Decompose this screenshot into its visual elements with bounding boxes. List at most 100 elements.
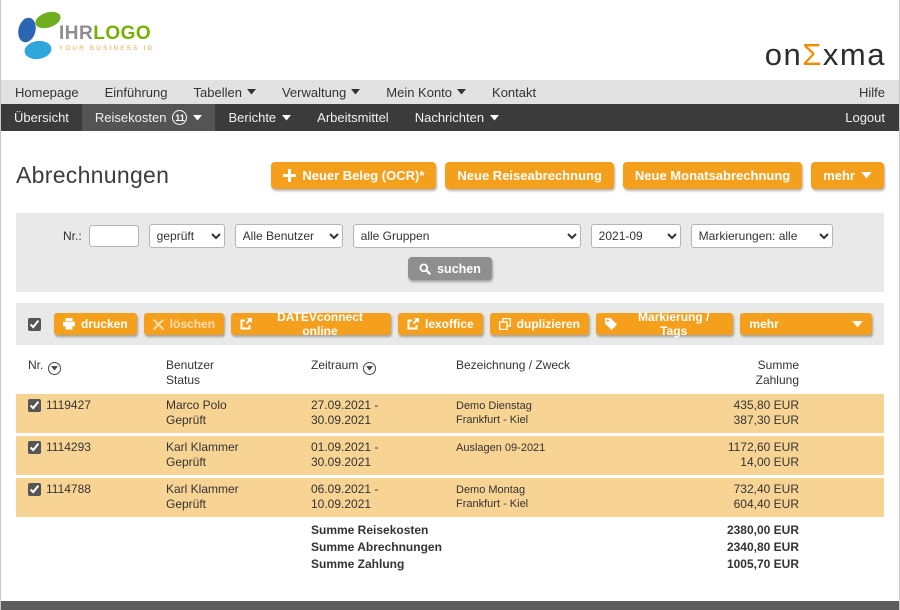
search-row: suchen	[16, 257, 884, 280]
delete-button[interactable]: löschen	[144, 313, 224, 335]
summary-value: 2380,00 EUR	[649, 522, 799, 539]
primary-actions: Neuer Beleg (OCR)* Neue Reiseabrechnung …	[271, 162, 884, 189]
row-checkbox[interactable]	[28, 483, 41, 496]
company-logo: IHRLOGO YOUR BUSINESS ID	[15, 9, 154, 61]
logo-tagline: YOUR BUSINESS ID	[59, 46, 154, 52]
printer-icon	[63, 318, 75, 330]
footer-bar	[1, 601, 899, 610]
search-button[interactable]: suchen	[408, 257, 492, 280]
tag-icon	[605, 318, 617, 330]
nav-uebersicht[interactable]: Übersicht	[1, 104, 82, 131]
cell-description: Demo MontagFrankfurt - Kiel	[456, 482, 649, 511]
reisekosten-count-badge: 11	[172, 110, 187, 125]
chevron-down-icon	[490, 115, 499, 121]
nr-label: Nr.:	[63, 229, 82, 243]
tags-button[interactable]: Markierung / Tags	[596, 313, 733, 335]
groups-select[interactable]: alle Gruppen	[353, 224, 581, 248]
chevron-down-icon	[351, 89, 360, 95]
export-icon	[240, 318, 252, 330]
export-icon	[407, 318, 419, 330]
nav-hilfe[interactable]: Hilfe	[859, 85, 885, 100]
summary-line: Summe Abrechnungen 2340,80 EUR	[16, 539, 884, 556]
lexoffice-button[interactable]: lexoffice	[398, 313, 483, 335]
app-window: IHRLOGO YOUR BUSINESS ID onΣxma Homepage…	[0, 0, 900, 610]
header-benutzer-status: Benutzer Status	[166, 358, 311, 388]
cell-user-status: Karl KlammerGeprüft	[166, 440, 311, 470]
month-select[interactable]: 2021-09	[591, 224, 681, 248]
sort-icon[interactable]	[48, 362, 61, 375]
chevron-down-icon	[861, 172, 872, 179]
new-monthly-report-button[interactable]: Neue Monatsabrechnung	[623, 162, 802, 189]
header-zeitraum: Zeitraum	[311, 358, 456, 388]
summary-value: 1005,70 EUR	[649, 556, 799, 573]
table-row: 1114293 Karl KlammerGeprüft 01.09.2021 -…	[16, 436, 884, 475]
duplicate-button[interactable]: duplizieren	[490, 313, 589, 335]
cell-user-status: Karl KlammerGeprüft	[166, 482, 311, 512]
page-title: Abrechnungen	[16, 162, 169, 189]
tags-filter-select[interactable]: Markierungen: alle	[691, 224, 833, 248]
nr-input[interactable]	[89, 225, 139, 247]
nav-verwaltung[interactable]: Verwaltung	[282, 85, 360, 100]
logo-text: IHRLOGO YOUR BUSINESS ID	[59, 24, 154, 52]
cell-nr: 1119427	[46, 398, 166, 413]
table-header: Nr. Benutzer Status Zeitraum Bezeichnung…	[16, 358, 884, 388]
nav-nachrichten[interactable]: Nachrichten	[402, 104, 512, 131]
header-summe-zahlung: Summe Zahlung	[649, 358, 799, 388]
nav-berichte[interactable]: Berichte	[215, 104, 304, 131]
filter-row: Nr.: geprüft Alle Benutzer alle Gruppen …	[16, 224, 884, 248]
summary-line: Summe Reisekosten 2380,00 EUR	[16, 522, 884, 539]
new-receipt-button[interactable]: Neuer Beleg (OCR)*	[271, 162, 436, 189]
main-content: Abrechnungen Neuer Beleg (OCR)* Neue Rei…	[1, 162, 899, 573]
cell-nr: 1114293	[46, 440, 166, 455]
nav-kontakt[interactable]: Kontakt	[492, 85, 536, 100]
sort-icon[interactable]	[363, 362, 376, 375]
new-travel-report-button[interactable]: Neue Reiseabrechnung	[445, 162, 614, 189]
cell-sum-payment: 1172,60 EUR14,00 EUR	[649, 440, 799, 470]
select-all-checkbox[interactable]	[28, 318, 41, 331]
users-select[interactable]: Alle Benutzer	[235, 224, 343, 248]
nav-arbeitsmittel[interactable]: Arbeitsmittel	[304, 104, 402, 131]
copy-icon	[499, 318, 511, 330]
nav-einfuehrung[interactable]: Einführung	[105, 85, 168, 100]
nav-reisekosten[interactable]: Reisekosten 11	[82, 104, 216, 131]
datevconnect-button[interactable]: DATEVconnect online	[231, 313, 391, 335]
primary-nav: Homepage Einführung Tabellen Verwaltung …	[1, 80, 899, 104]
logo-text-ihr: IHR	[59, 23, 93, 44]
filter-panel: Nr.: geprüft Alle Benutzer alle Gruppen …	[16, 213, 884, 292]
onexma-pre: on	[765, 37, 802, 72]
secondary-nav: Übersicht Reisekosten 11 Berichte Arbeit…	[1, 104, 899, 131]
cell-description: Demo DienstagFrankfurt - Kiel	[456, 398, 649, 427]
print-button[interactable]: drucken	[54, 313, 137, 335]
cell-nr: 1114788	[46, 482, 166, 497]
onexma-logo: onΣxma	[765, 37, 886, 73]
bulk-more-button[interactable]: mehr	[740, 313, 872, 335]
cell-period: 06.09.2021 -10.09.2021	[311, 482, 456, 512]
more-button[interactable]: mehr	[811, 162, 884, 189]
row-checkbox[interactable]	[28, 441, 41, 454]
status-select[interactable]: geprüft	[149, 224, 225, 248]
nav-homepage[interactable]: Homepage	[15, 85, 79, 100]
table-row: 1119427 Marco PoloGeprüft 27.09.2021 -30…	[16, 394, 884, 433]
bulk-action-bar: drucken löschen DATEVconnect online lexo…	[16, 303, 884, 345]
summary-label: Summe Abrechnungen	[311, 539, 649, 556]
cell-description: Auslagen 09-2021	[456, 440, 649, 455]
chevron-down-icon	[247, 89, 256, 95]
chevron-down-icon	[457, 89, 466, 95]
header-bezeichnung: Bezeichnung / Zweck	[456, 358, 649, 388]
search-icon	[419, 263, 431, 275]
cell-period: 27.09.2021 -30.09.2021	[311, 398, 456, 428]
nav-mein-konto[interactable]: Mein Konto	[386, 85, 466, 100]
onexma-post: xma	[823, 37, 886, 72]
table-summary: Summe Reisekosten 2380,00 EUR Summe Abre…	[16, 522, 884, 573]
chevron-down-icon	[852, 321, 863, 328]
row-checkbox[interactable]	[28, 399, 41, 412]
table-row: 1114788 Karl KlammerGeprüft 06.09.2021 -…	[16, 478, 884, 517]
sigma-icon: Σ	[802, 37, 823, 72]
nav-tabellen[interactable]: Tabellen	[194, 85, 256, 100]
nav-logout[interactable]: Logout	[832, 104, 899, 131]
x-icon	[153, 319, 164, 330]
header: IHRLOGO YOUR BUSINESS ID onΣxma	[1, 0, 899, 80]
summary-line: Summe Zahlung 1005,70 EUR	[16, 556, 884, 573]
cell-user-status: Marco PoloGeprüft	[166, 398, 311, 428]
summary-label: Summe Zahlung	[311, 556, 649, 573]
